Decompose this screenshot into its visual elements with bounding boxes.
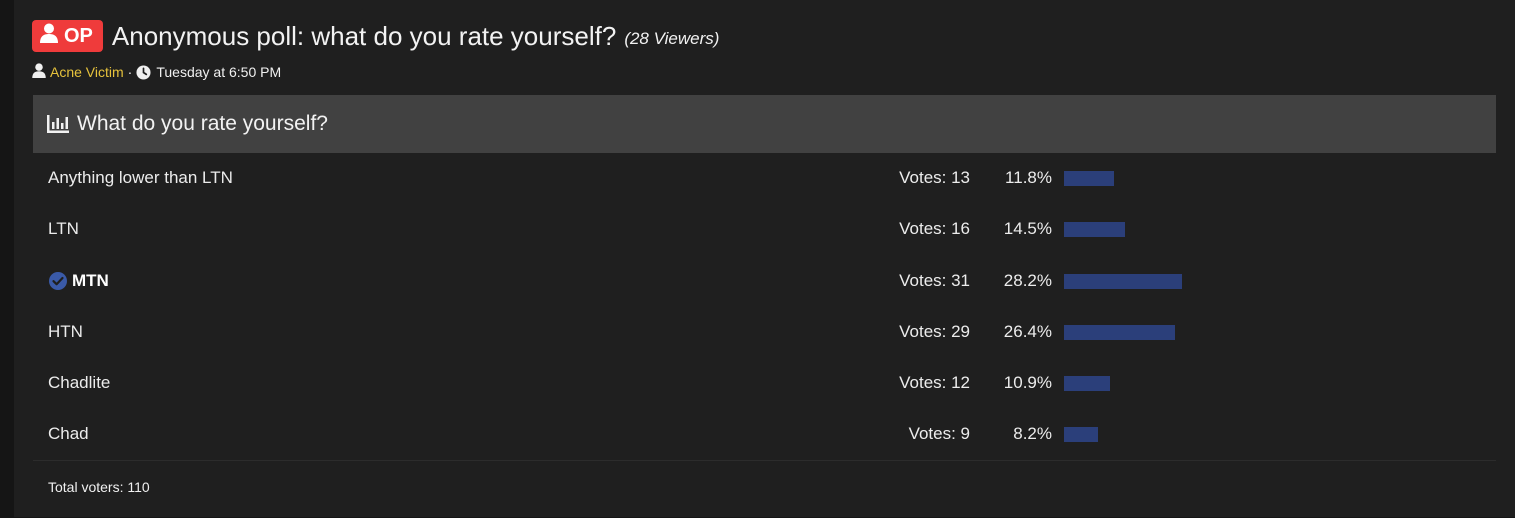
clock-icon [136,64,151,80]
poll-option-bar [1064,274,1484,289]
poll-option-label: Chadlite [48,373,111,392]
poll-option-label: HTN [48,322,83,341]
poll-option-bar-fill [1064,325,1175,340]
poll-option-percent: 14.5% [1003,219,1052,238]
poll-option-bar [1064,427,1484,442]
poll-option: Chad Votes: 9 8.2% [33,409,1496,459]
poll-option: Chadlite Votes: 12 10.9% [33,358,1496,408]
poll-option-percent: 11.8% [1005,168,1052,187]
poll-option-votes: Votes: 16 [899,219,970,238]
poll-option-bar [1064,325,1484,340]
poll-option-percent: 8.2% [1013,424,1052,443]
poll-option-bar-fill [1064,274,1183,289]
post-timestamp[interactable]: Tuesday at 6:50 PM [156,64,281,80]
poll-option-bar-fill [1064,376,1110,391]
poll-option-voted: MTN Votes: 31 28.2% [33,256,1496,306]
poll-footer: Total voters: 110 [33,460,1496,518]
poll-option-bar [1064,171,1484,186]
thread-title-row: OP Anonymous poll: what do you rate your… [32,20,719,52]
poll-option: Anything lower than LTN Votes: 13 11.8% [33,153,1496,203]
poll-option-percent: 26.4% [1003,322,1052,341]
poll-option-percent: 28.2% [1003,271,1052,290]
user-icon [32,63,46,81]
poll-option-bar-fill [1064,222,1125,237]
poll-question: What do you rate yourself? [77,112,328,135]
thread-title: Anonymous poll: what do you rate yoursel… [111,20,617,51]
poll-option-bar [1064,376,1484,391]
viewer-count: (28 Viewers) [624,29,720,48]
poll-option-votes: Votes: 31 [899,271,970,290]
poll-option-votes: Votes: 29 [899,322,970,341]
author-link[interactable]: Acne Victim [50,64,124,80]
poll-option-label: MTN [72,271,109,290]
poll-option-votes: Votes: 13 [899,168,970,187]
meta-separator: · [127,64,133,80]
poll-option-label: Chad [48,424,89,443]
total-voters: Total voters: 110 [48,479,150,495]
poll-option-bar [1064,222,1484,237]
poll-option-bar-fill [1064,171,1114,186]
user-icon [40,23,58,49]
bar-chart-icon [47,115,69,133]
poll-header: What do you rate yourself? [33,95,1496,153]
op-badge: OP [32,20,103,52]
poll-option-label-voted: MTN [48,256,109,306]
poll-option-votes: Votes: 9 [908,424,970,443]
poll-option-label: Anything lower than LTN [48,168,233,187]
op-badge-label: OP [64,24,93,47]
poll-option-votes: Votes: 12 [899,373,970,392]
poll-option-label: LTN [48,219,79,238]
poll-option-percent: 10.9% [1003,373,1052,392]
poll-option: HTN Votes: 29 26.4% [33,307,1496,357]
thread-meta: Acne Victim · Tuesday at 6:50 PM [32,62,281,82]
poll-option: LTN Votes: 16 14.5% [33,204,1496,254]
check-circle-icon [48,271,68,291]
thread-panel: OP Anonymous poll: what do you rate your… [14,0,1515,517]
poll-option-bar-fill [1064,427,1099,442]
